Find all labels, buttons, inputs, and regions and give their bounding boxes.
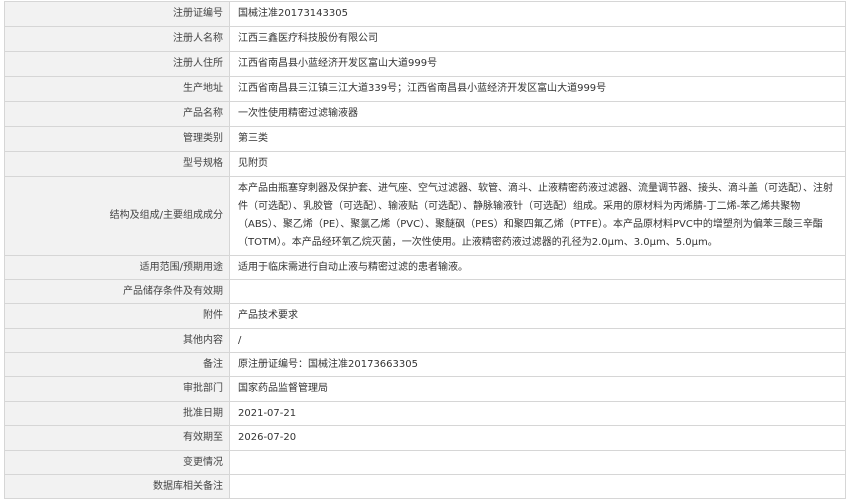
field-value-change-status [229, 450, 846, 475]
field-label-approval-date: 批准日期 [4, 401, 230, 426]
field-value-structure-composition: 本产品由瓶塞穿刺器及保护套、进气座、空气过滤器、软管、滴斗、止液精密药液过滤器、… [229, 176, 846, 256]
table-row: 生产地址 江西省南昌县三江镇三江大道339号；江西省南昌县小蓝经济开发区富山大道… [4, 76, 846, 102]
table-row: 产品名称 一次性使用精密过滤输液器 [4, 101, 846, 127]
field-value-registrant-name: 江西三鑫医疗科技股份有限公司 [229, 26, 846, 52]
field-value-approval-date: 2021-07-21 [229, 401, 846, 426]
field-label-registration-no: 注册证编号 [4, 1, 230, 27]
field-label-storage-validity: 产品储存条件及有效期 [4, 279, 230, 304]
table-row: 变更情况 [4, 450, 846, 475]
table-row: 批准日期 2021-07-21 [4, 401, 846, 426]
field-label-change-status: 变更情况 [4, 450, 230, 475]
field-value-intended-use: 适用于临床需进行自动止液与精密过滤的患者输液。 [229, 255, 846, 280]
field-value-registration-no: 国械注准20173143305 [229, 1, 846, 27]
field-value-other-content: / [229, 328, 846, 353]
registration-detail-table: 注册证编号 国械注准20173143305 注册人名称 江西三鑫医疗科技股份有限… [4, 1, 846, 499]
table-row: 其他内容 / [4, 328, 846, 353]
field-label-registrant-address: 注册人住所 [4, 51, 230, 77]
field-value-management-category: 第三类 [229, 126, 846, 152]
table-row: 适用范围/预期用途 适用于临床需进行自动止液与精密过滤的患者输液。 [4, 255, 846, 280]
field-value-valid-until: 2026-07-20 [229, 425, 846, 451]
table-row: 有效期至 2026-07-20 [4, 425, 846, 451]
table-row: 附件 产品技术要求 [4, 303, 846, 329]
field-value-attachment: 产品技术要求 [229, 303, 846, 329]
field-label-remarks: 备注 [4, 352, 230, 377]
field-value-model-spec: 见附页 [229, 151, 846, 177]
table-row: 数据库相关备注 [4, 474, 846, 499]
field-label-database-remarks: 数据库相关备注 [4, 474, 230, 499]
field-label-valid-until: 有效期至 [4, 425, 230, 451]
field-label-model-spec: 型号规格 [4, 151, 230, 177]
field-label-other-content: 其他内容 [4, 328, 230, 353]
field-label-production-address: 生产地址 [4, 76, 230, 102]
field-value-product-name: 一次性使用精密过滤输液器 [229, 101, 846, 127]
table-row: 审批部门 国家药品监督管理局 [4, 376, 846, 402]
field-label-product-name: 产品名称 [4, 101, 230, 127]
field-label-attachment: 附件 [4, 303, 230, 329]
table-row: 注册人名称 江西三鑫医疗科技股份有限公司 [4, 26, 846, 52]
field-value-registrant-address: 江西省南昌县小蓝经济开发区富山大道999号 [229, 51, 846, 77]
field-value-database-remarks [229, 474, 846, 499]
table-row: 备注 原注册证编号：国械注准20173663305 [4, 352, 846, 377]
table-row: 管理类别 第三类 [4, 126, 846, 152]
field-label-approval-department: 审批部门 [4, 376, 230, 402]
field-value-production-address: 江西省南昌县三江镇三江大道339号；江西省南昌县小蓝经济开发区富山大道999号 [229, 76, 846, 102]
field-label-registrant-name: 注册人名称 [4, 26, 230, 52]
table-row: 结构及组成/主要组成成分 本产品由瓶塞穿刺器及保护套、进气座、空气过滤器、软管、… [4, 176, 846, 256]
table-row: 型号规格 见附页 [4, 151, 846, 177]
field-label-management-category: 管理类别 [4, 126, 230, 152]
field-label-intended-use: 适用范围/预期用途 [4, 255, 230, 280]
table-row: 注册证编号 国械注准20173143305 [4, 1, 846, 27]
field-value-approval-department: 国家药品监督管理局 [229, 376, 846, 402]
field-label-structure-composition: 结构及组成/主要组成成分 [4, 176, 230, 256]
table-row: 注册人住所 江西省南昌县小蓝经济开发区富山大道999号 [4, 51, 846, 77]
field-value-remarks: 原注册证编号：国械注准20173663305 [229, 352, 846, 377]
field-value-storage-validity [229, 279, 846, 304]
table-row: 产品储存条件及有效期 [4, 279, 846, 304]
